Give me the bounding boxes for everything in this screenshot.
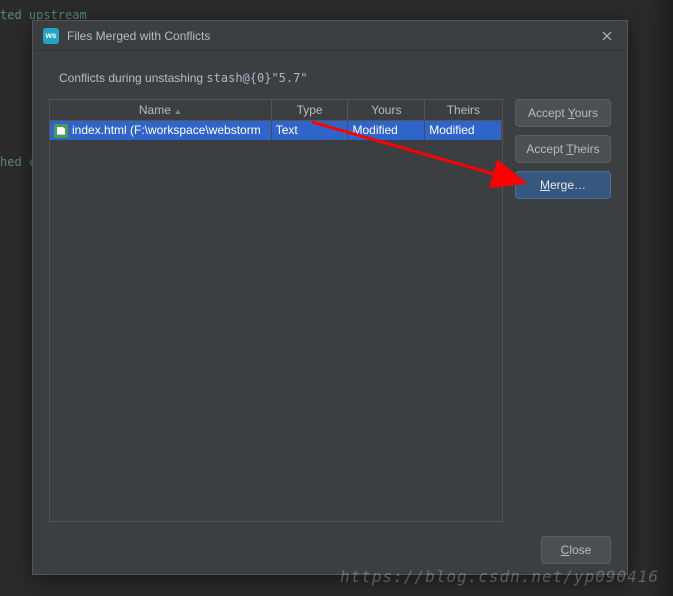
merge-button[interactable]: Merge… — [515, 171, 611, 199]
webstorm-icon: ws — [43, 28, 59, 44]
dialog-title: Files Merged with Conflicts — [67, 29, 597, 43]
conflicts-dialog: ws Files Merged with Conflicts Conflicts… — [32, 20, 628, 575]
col-name-label: Name — [139, 103, 171, 117]
btn-label: Accept Yours — [528, 106, 598, 120]
cell-name: index.html (F:\workspace\webstorm — [50, 120, 271, 140]
subtitle-stash: stash@{0}"5.7" — [206, 71, 307, 85]
action-buttons: Accept Yours Accept Theirs Merge… — [515, 99, 611, 522]
file-icon — [54, 124, 68, 138]
cell-name-text: index.html (F:\workspace\webstorm — [72, 123, 261, 137]
dialog-footer: Close — [49, 522, 611, 564]
watermark: https://blog.csdn.net/yp090416 — [340, 567, 659, 586]
btn-label: Merge… — [540, 178, 586, 192]
main-row: Name▲ Type Yours Theirs index.html (F:\w… — [49, 99, 611, 522]
col-type[interactable]: Type — [271, 100, 348, 120]
subtitle: Conflicts during unstashing stash@{0}"5.… — [59, 71, 611, 85]
col-theirs[interactable]: Theirs — [425, 100, 502, 120]
close-icon[interactable] — [597, 26, 617, 46]
sort-asc-icon: ▲ — [174, 107, 182, 116]
col-yours[interactable]: Yours — [348, 100, 425, 120]
cell-theirs: Modified — [425, 120, 502, 140]
accept-theirs-button[interactable]: Accept Theirs — [515, 135, 611, 163]
btn-label: Accept Theirs — [526, 142, 599, 156]
background-text-2: hed c — [0, 155, 36, 169]
table-row[interactable]: index.html (F:\workspace\webstorm Text M… — [50, 120, 502, 140]
btn-label: Close — [561, 543, 592, 557]
titlebar: ws Files Merged with Conflicts — [33, 21, 627, 51]
col-name[interactable]: Name▲ — [50, 100, 271, 120]
conflicts-table-wrap: Name▲ Type Yours Theirs index.html (F:\w… — [49, 99, 503, 522]
cell-type: Text — [271, 120, 348, 140]
conflicts-table: Name▲ Type Yours Theirs index.html (F:\w… — [50, 100, 502, 140]
subtitle-prefix: Conflicts during unstashing — [59, 71, 206, 85]
close-button[interactable]: Close — [541, 536, 611, 564]
shadow — [645, 0, 673, 596]
cell-yours: Modified — [348, 120, 425, 140]
accept-yours-button[interactable]: Accept Yours — [515, 99, 611, 127]
dialog-body: Conflicts during unstashing stash@{0}"5.… — [33, 51, 627, 574]
